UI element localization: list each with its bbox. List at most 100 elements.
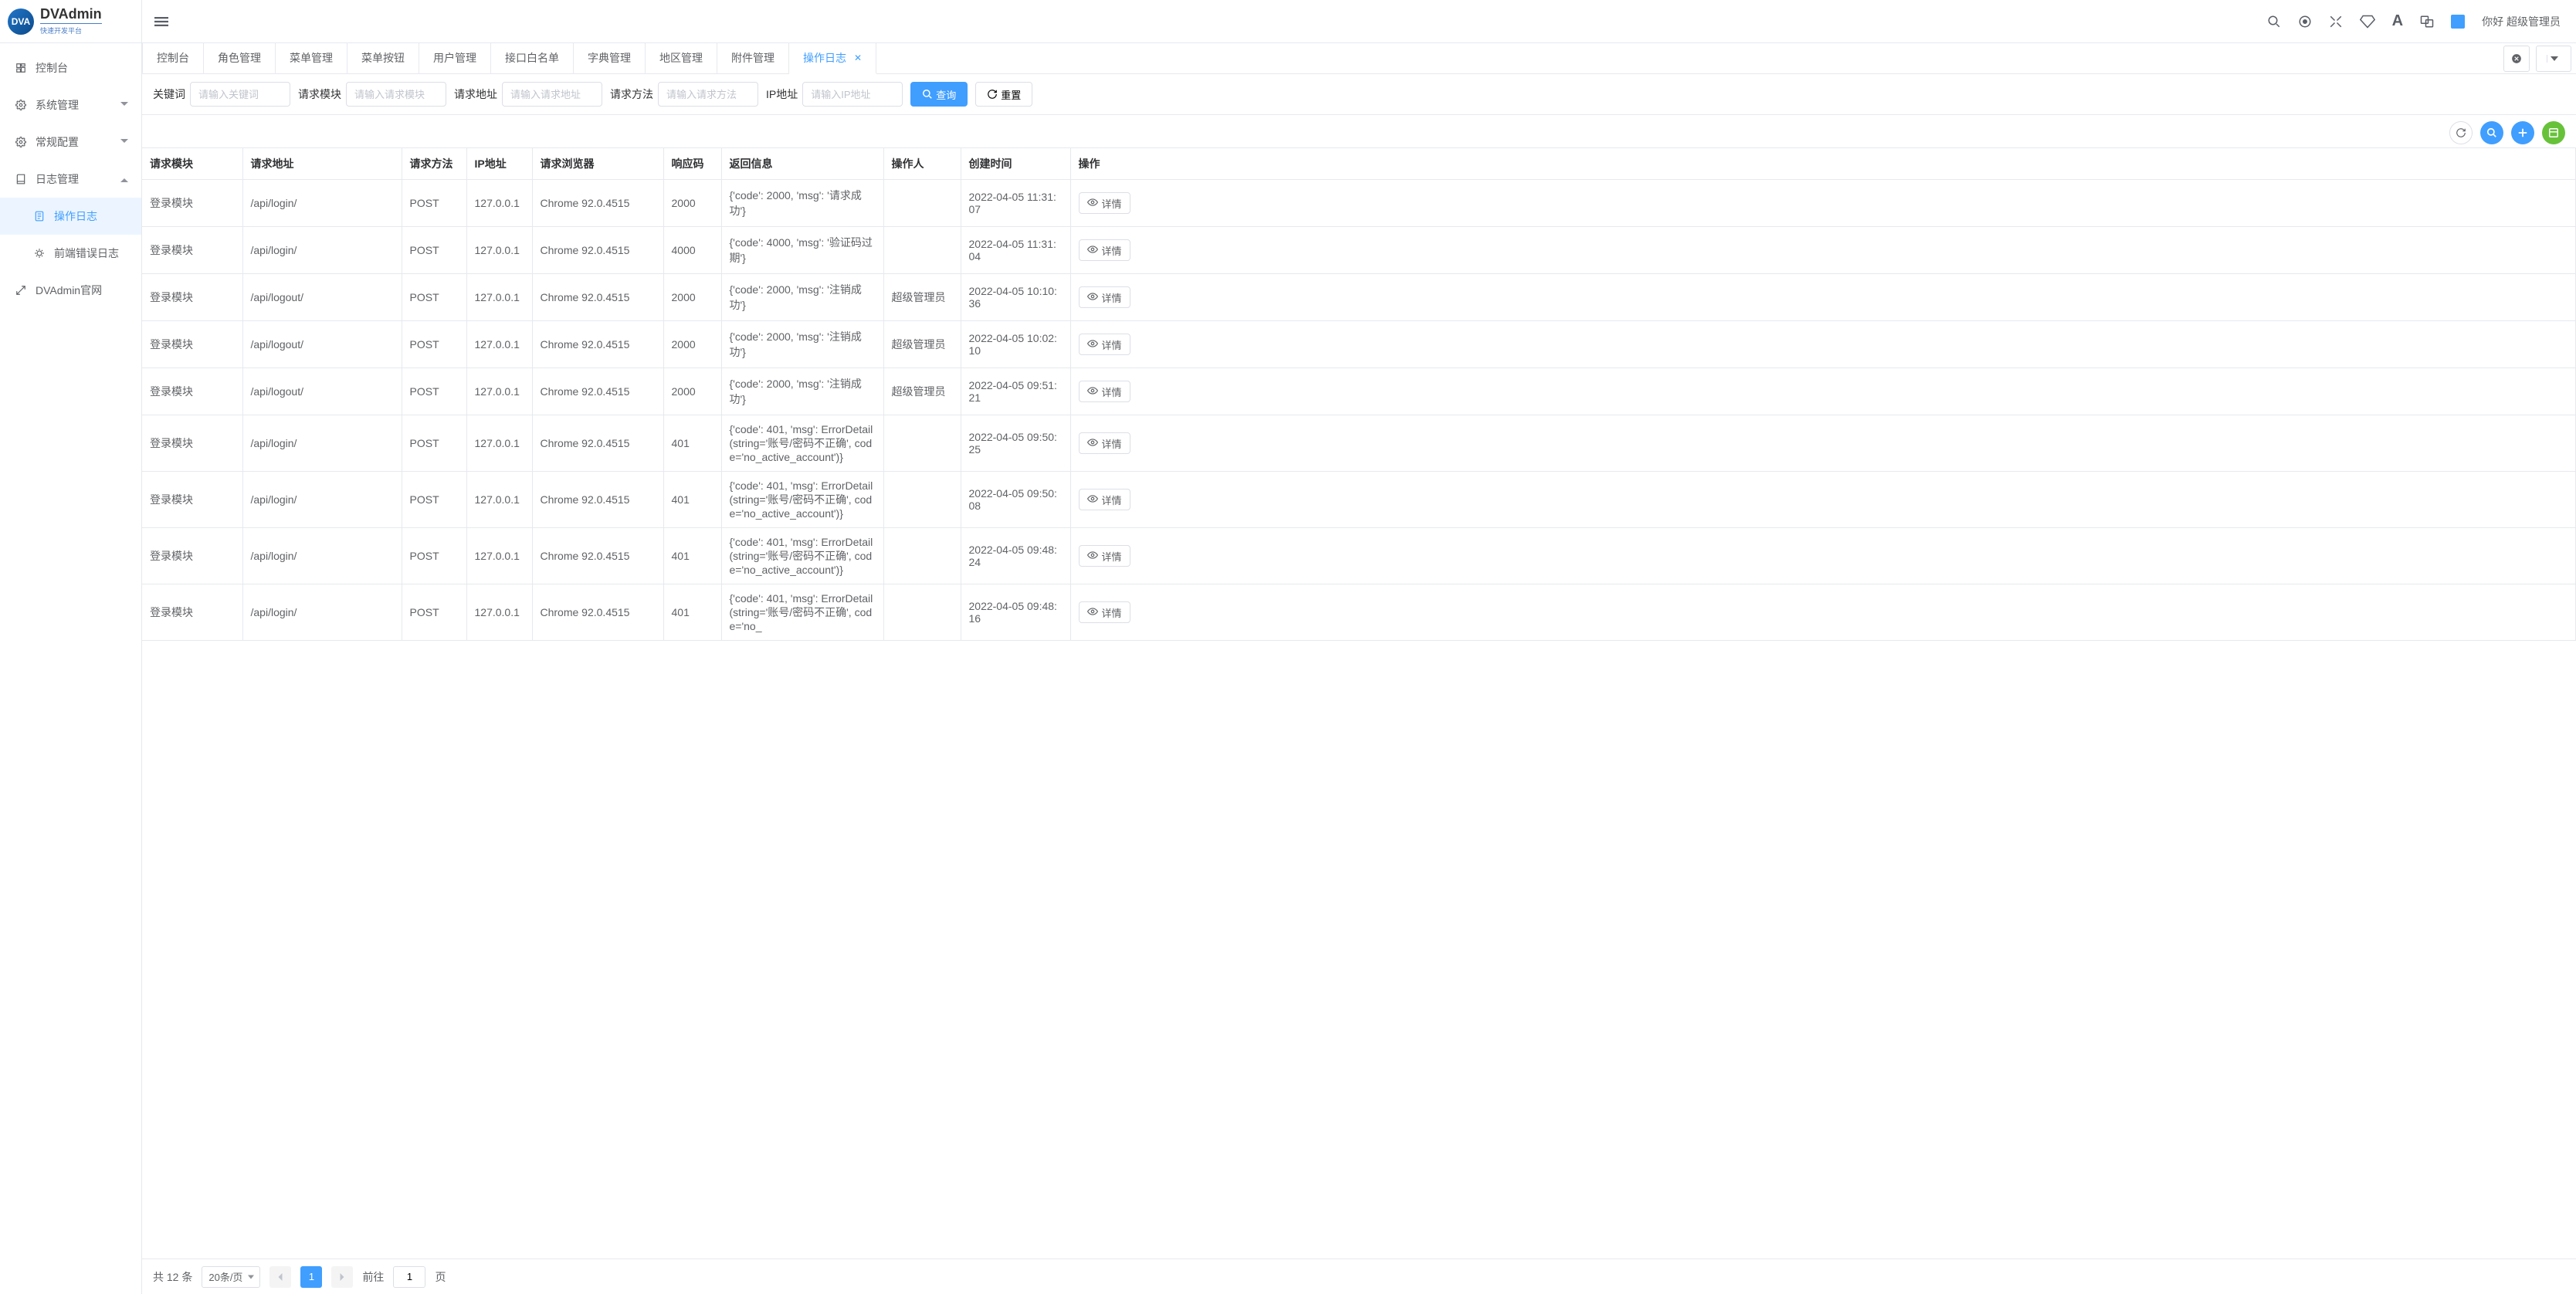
cell-msg: {'code': 2000, 'msg': '请求成功'} [721, 180, 883, 227]
logo[interactable]: DVA DVAdmin 快速开发平台 [0, 0, 141, 43]
tab[interactable]: 附件管理 [717, 43, 789, 74]
tab[interactable]: 控制台 [142, 43, 204, 74]
th-operator: 操作人 [883, 148, 961, 180]
sidebar-item[interactable]: 系统管理 [0, 86, 141, 124]
search-button[interactable]: 查询 [910, 82, 968, 107]
font-size-icon[interactable]: A [2392, 12, 2403, 30]
cell-url: /api/login/ [242, 584, 402, 641]
compact-icon[interactable] [2511, 121, 2534, 144]
tab[interactable]: 操作日志 ✕ [789, 43, 876, 74]
cell-code: 2000 [663, 180, 721, 227]
header: A 你好 超级管理员 [142, 0, 2576, 43]
cell-action: 详情 [1070, 528, 2576, 584]
th-ip: IP地址 [466, 148, 532, 180]
eye-icon [1087, 385, 1098, 398]
search-button-label: 查询 [936, 87, 956, 102]
cell-browser: Chrome 92.0.4515 [532, 415, 663, 472]
detail-button[interactable]: 详情 [1079, 239, 1130, 261]
search-input-module[interactable] [346, 82, 446, 107]
cell-msg: {'code': 4000, 'msg': '验证码过期'} [721, 227, 883, 274]
detail-button[interactable]: 详情 [1079, 545, 1130, 567]
sidebar-item[interactable]: DVAdmin官网 [0, 272, 141, 309]
diamond-icon[interactable] [2360, 15, 2375, 29]
detail-label: 详情 [1102, 436, 1122, 451]
tab-label: 接口白名单 [505, 50, 559, 66]
cell-action: 详情 [1070, 368, 2576, 415]
sidebar-item[interactable]: 控制台 [0, 49, 141, 86]
cell-code: 401 [663, 584, 721, 641]
greeting[interactable]: 你好 超级管理员 [2482, 14, 2561, 29]
th-code: 响应码 [663, 148, 721, 180]
search-icon[interactable] [2267, 15, 2281, 29]
translate-icon[interactable] [2420, 15, 2434, 29]
pager-goto-input[interactable] [393, 1266, 425, 1288]
cell-module: 登录模块 [142, 584, 242, 641]
search-input-url[interactable] [502, 82, 602, 107]
cell-method: POST [402, 227, 466, 274]
close-icon[interactable]: ✕ [854, 53, 862, 63]
cell-module: 登录模块 [142, 227, 242, 274]
target-icon[interactable] [2298, 15, 2312, 29]
detail-button[interactable]: 详情 [1079, 601, 1130, 623]
eye-icon [1087, 197, 1098, 210]
eye-icon [1087, 493, 1098, 506]
detail-button[interactable]: 详情 [1079, 381, 1130, 402]
sidebar-item[interactable]: 日志管理 [0, 161, 141, 198]
detail-button[interactable]: 详情 [1079, 192, 1130, 214]
tab[interactable]: 角色管理 [204, 43, 276, 74]
cell-operator: 超级管理员 [883, 274, 961, 321]
cell-method: POST [402, 528, 466, 584]
sidebar-subitem[interactable]: 操作日志 [0, 198, 141, 235]
tab[interactable]: 菜单管理 [276, 43, 347, 74]
cell-ip: 127.0.0.1 [466, 321, 532, 368]
logo-title: DVAdmin [40, 7, 102, 21]
sidebar-item[interactable]: 常规配置 [0, 124, 141, 161]
sidebar-subitem[interactable]: 前端错误日志 [0, 235, 141, 272]
nav-label: 前端错误日志 [54, 246, 119, 261]
nav-icon [14, 174, 28, 185]
cell-code: 401 [663, 528, 721, 584]
detail-button[interactable]: 详情 [1079, 286, 1130, 308]
tabs-dropdown-button[interactable] [2536, 46, 2571, 72]
theme-color-icon[interactable] [2451, 15, 2465, 29]
eye-icon [1087, 437, 1098, 450]
cell-method: POST [402, 472, 466, 528]
tab[interactable]: 地区管理 [646, 43, 717, 74]
tab[interactable]: 字典管理 [574, 43, 646, 74]
tabs-close-button[interactable] [2503, 46, 2530, 72]
tab[interactable]: 菜单按钮 [347, 43, 419, 74]
tab[interactable]: 用户管理 [419, 43, 491, 74]
search-toggle-icon[interactable] [2480, 121, 2503, 144]
search-input-keyword[interactable] [190, 82, 290, 107]
nav-icon [14, 137, 28, 147]
cell-time: 2022-04-05 11:31:04 [961, 227, 1070, 274]
table-container[interactable]: 请求模块 请求地址 请求方法 IP地址 请求浏览器 响应码 返回信息 操作人 创… [142, 147, 2576, 1258]
pagination: 共 12 条 20条/页 1 前往 页 [142, 1258, 2576, 1294]
tab-label: 菜单按钮 [361, 50, 405, 66]
detail-button[interactable]: 详情 [1079, 489, 1130, 510]
table-row: 登录模块/api/login/POST127.0.0.1Chrome 92.0.… [142, 180, 2576, 227]
cell-action: 详情 [1070, 274, 2576, 321]
page-size-select[interactable]: 20条/页 [202, 1266, 260, 1288]
search-input-method[interactable] [658, 82, 758, 107]
cell-time: 2022-04-05 09:51:21 [961, 368, 1070, 415]
search-input-ip[interactable] [802, 82, 903, 107]
reset-button[interactable]: 重置 [975, 82, 1032, 107]
detail-button[interactable]: 详情 [1079, 334, 1130, 355]
menu-toggle-icon[interactable] [154, 15, 168, 29]
pager-total: 共 12 条 [153, 1269, 192, 1285]
pager-prev[interactable] [269, 1266, 291, 1288]
fullscreen-icon[interactable] [2329, 15, 2343, 29]
pager-page-1[interactable]: 1 [300, 1266, 322, 1288]
refresh-icon[interactable] [2449, 121, 2473, 144]
search-bar: 关键词 请求模块 请求地址 请求方法 IP地址 查询 [142, 74, 2576, 115]
search-label-keyword: 关键词 [153, 86, 185, 102]
pager-goto-suffix: 页 [435, 1269, 446, 1285]
detail-button[interactable]: 详情 [1079, 432, 1130, 454]
detail-label: 详情 [1102, 196, 1122, 211]
columns-icon[interactable] [2542, 121, 2565, 144]
table-row: 登录模块/api/login/POST127.0.0.1Chrome 92.0.… [142, 584, 2576, 641]
pager-next[interactable] [331, 1266, 353, 1288]
tab[interactable]: 接口白名单 [491, 43, 574, 74]
tab-label: 操作日志 [803, 50, 846, 66]
